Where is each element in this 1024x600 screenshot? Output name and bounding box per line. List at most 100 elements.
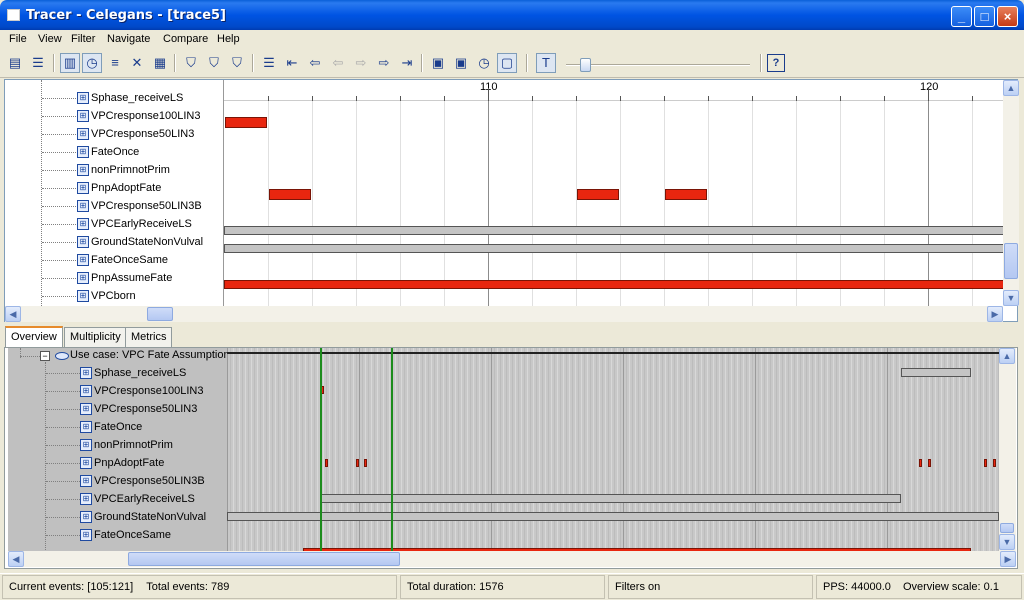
filter-remove-icon[interactable]: ⛉ — [227, 53, 247, 73]
scroll-up-icon[interactable]: ▲ — [1003, 80, 1019, 96]
overview-event-mark[interactable] — [919, 459, 922, 467]
clear-events-icon[interactable]: ✕ — [127, 53, 147, 73]
go-last-icon[interactable]: ⇥ — [397, 53, 417, 73]
tree-row[interactable]: ⊞ PnpAdoptFate — [77, 179, 161, 197]
tree-row[interactable]: ⊞ VPCresponse100LIN3 — [77, 107, 200, 125]
scroll-left-icon[interactable]: ◀ — [8, 551, 24, 567]
overview-event-mark[interactable] — [984, 459, 987, 467]
state-node-icon: ⊞ — [80, 457, 92, 470]
overview-event-mark[interactable] — [356, 459, 359, 467]
overview-row-label: FateOnceSame — [94, 529, 172, 541]
overview-event-mark[interactable] — [901, 368, 971, 377]
tree-row[interactable]: ⊞ GroundStateNonVulval — [77, 233, 203, 251]
overview-event-mark[interactable] — [227, 512, 999, 521]
event-bar[interactable] — [225, 117, 267, 128]
scroll-right-icon[interactable]: ▶ — [987, 306, 1003, 322]
events-grid-icon[interactable]: ▦ — [150, 53, 170, 73]
go-first-icon[interactable]: ⇤ — [282, 53, 302, 73]
overview-row[interactable]: ⊞ VPCresponse50LIN3 — [80, 400, 197, 418]
overview-event-mark[interactable] — [321, 494, 901, 503]
timeline-ruler — [224, 80, 1003, 101]
state-node-icon: ⊞ — [77, 218, 89, 231]
tab-overview[interactable]: Overview — [5, 326, 63, 347]
tree-row[interactable]: ⊞ PnpAssumeFate — [77, 269, 172, 287]
scroll-down-icon[interactable]: ▼ — [1003, 290, 1019, 306]
event-bar[interactable] — [224, 280, 1003, 289]
event-bar[interactable] — [269, 189, 311, 200]
overview-chart[interactable] — [227, 348, 999, 551]
tree-row[interactable]: ⊞ VPCresponse50LIN3 — [77, 125, 194, 143]
go-forward-icon[interactable]: ⇨ — [374, 53, 394, 73]
collapse-toggle-icon[interactable]: − — [40, 351, 50, 361]
clock-icon[interactable]: ◷ — [82, 53, 102, 73]
maximize-button[interactable]: □ — [974, 6, 995, 27]
top-timeline-chart[interactable]: 110 120 — [223, 80, 1003, 306]
text-mode-icon[interactable]: T — [536, 53, 556, 73]
zoom-selection-icon[interactable]: ▣ — [451, 53, 471, 73]
overview-row[interactable]: ⊞ VPCresponse100LIN3 — [80, 382, 203, 400]
tree-row[interactable]: ⊞ nonPrimnotPrim — [77, 161, 170, 179]
overview-row[interactable]: ⊞ GroundStateNonVulval — [80, 508, 206, 526]
top-vertical-scrollbar[interactable]: ▲ ▼ — [1003, 80, 1019, 306]
tree-row[interactable]: ⊞ VPCresponse50LIN3B — [77, 197, 202, 215]
tree-row[interactable]: ⊞ VPCEarlyReceiveLS — [77, 215, 192, 233]
menu-filter[interactable]: Filter — [71, 33, 95, 45]
next-event-icon[interactable]: ⇨ — [351, 53, 371, 73]
menu-file[interactable]: File — [9, 33, 27, 45]
event-bar[interactable] — [224, 226, 1003, 235]
event-filter-icon[interactable]: ≡ — [105, 53, 125, 73]
event-bar[interactable] — [665, 189, 707, 200]
go-back-icon[interactable]: ⇦ — [305, 53, 325, 73]
overview-row[interactable]: ⊞ PnpAdoptFate — [80, 454, 164, 472]
zoom-slider-track[interactable] — [566, 64, 750, 66]
tree-row[interactable]: ⊞ FateOnce — [77, 143, 139, 161]
zoom-fit-icon[interactable]: ▣ — [428, 53, 448, 73]
minimize-button[interactable]: _ — [951, 6, 972, 27]
overview-row[interactable]: ⊞ VPCEarlyReceiveLS — [80, 490, 195, 508]
tree-row[interactable]: ⊞ VPCborn — [77, 287, 136, 305]
tree-view-icon[interactable]: ▤ — [5, 53, 25, 73]
menu-help[interactable]: Help — [217, 33, 240, 45]
overview-row[interactable]: ⊞ VPCresponse50LIN3B — [80, 472, 205, 490]
view-window-marker[interactable] — [391, 348, 393, 551]
event-bar[interactable] — [577, 189, 619, 200]
menu-view[interactable]: View — [38, 33, 62, 45]
overview-row[interactable]: ⊞ Sphase_receiveLS — [80, 364, 186, 382]
tab-multiplicity[interactable]: Multiplicity — [64, 327, 127, 347]
tree-row-label: PnpAssumeFate — [91, 272, 173, 284]
state-node-icon: ⊞ — [80, 511, 92, 524]
timeline-view-icon[interactable]: ▥ — [60, 53, 80, 73]
zoom-window-icon[interactable]: ▢ — [497, 53, 517, 73]
help-icon[interactable]: ? — [767, 54, 785, 72]
collapse-rows-icon[interactable]: ☰ — [259, 53, 279, 73]
state-node-icon: ⊞ — [77, 128, 89, 141]
overview-row[interactable]: ⊞ nonPrimnotPrim — [80, 436, 173, 454]
scroll-up-icon[interactable]: ▲ — [999, 348, 1015, 364]
top-horizontal-scrollbar[interactable]: ◀ ▶ — [5, 306, 1003, 322]
overview-vertical-scrollbar[interactable]: ▲ ▼ — [999, 348, 1016, 551]
tree-row[interactable]: ⊞ Sphase_receiveLS — [77, 89, 183, 107]
tree-row[interactable]: ⊞ FateOnceSame — [77, 251, 168, 269]
overview-horizontal-scrollbar[interactable]: ◀ ▶ — [8, 551, 1016, 567]
filter-edit-icon[interactable]: ⛉ — [204, 53, 224, 73]
overview-event-mark[interactable] — [993, 459, 996, 467]
event-bar[interactable] — [224, 244, 1003, 253]
close-button[interactable]: × — [997, 6, 1018, 27]
zoom-time-icon[interactable]: ◷ — [474, 53, 494, 73]
menu-navigate[interactable]: Navigate — [107, 33, 150, 45]
overview-row[interactable]: ⊞ FateOnce — [80, 418, 142, 436]
zoom-slider-thumb[interactable] — [580, 58, 591, 72]
prev-event-icon[interactable]: ⇦ — [328, 53, 348, 73]
overview-event-mark[interactable] — [325, 459, 328, 467]
menu-compare[interactable]: Compare — [163, 33, 208, 45]
overview-event-mark[interactable] — [364, 459, 367, 467]
scroll-down-icon[interactable]: ▼ — [999, 534, 1015, 550]
list-view-icon[interactable]: ☰ — [28, 53, 48, 73]
view-window-marker[interactable] — [320, 348, 322, 551]
scroll-left-icon[interactable]: ◀ — [5, 306, 21, 322]
overview-event-mark[interactable] — [928, 459, 931, 467]
tab-metrics[interactable]: Metrics — [125, 327, 173, 347]
scroll-right-icon[interactable]: ▶ — [1000, 551, 1016, 567]
filter-icon[interactable]: ⛉ — [181, 53, 201, 73]
overview-row[interactable]: ⊞ FateOnceSame — [80, 526, 171, 544]
